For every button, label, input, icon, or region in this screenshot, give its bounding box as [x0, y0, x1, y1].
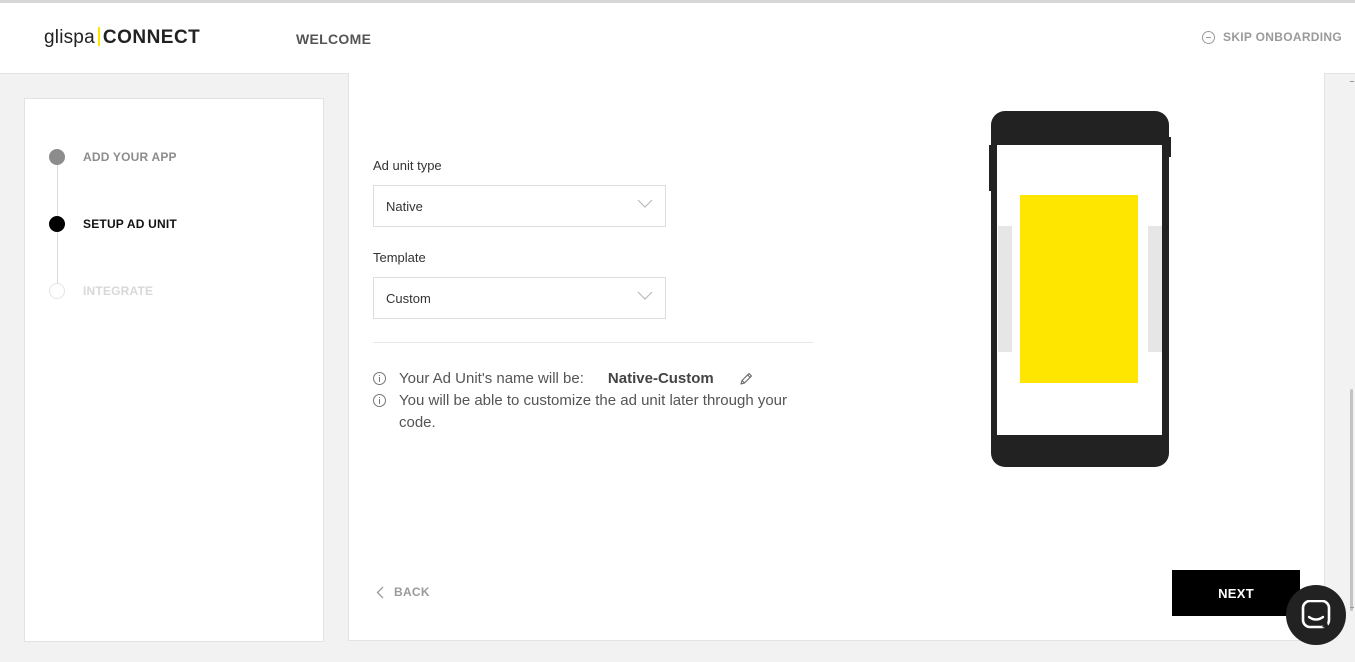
phone-side-button [989, 145, 992, 191]
carousel-peek-left [998, 226, 1012, 352]
step-indicator-active [49, 216, 65, 232]
top-header: glispa CONNECT WELCOME SKIP ONBOARDING [0, 3, 1355, 74]
logo-divider [97, 27, 100, 46]
ad-unit-name-info: Your Ad Unit's name will be: Native-Cust… [373, 368, 754, 390]
onboarding-stepper: ADD YOUR APP SETUP AD UNIT INTEGRATE [24, 98, 324, 642]
step-label: SETUP AD UNIT [83, 217, 177, 231]
next-button[interactable]: NEXT [1172, 570, 1300, 616]
logo-text-connect: CONNECT [102, 27, 201, 48]
phone-screen [997, 145, 1162, 435]
page-title: WELCOME [296, 31, 372, 47]
step-indicator-done [49, 149, 65, 165]
step-indicator-pending [49, 283, 65, 299]
back-button[interactable]: BACK [376, 585, 430, 599]
customize-note: You will be able to customize the ad uni… [399, 392, 788, 431]
chat-launcher-button[interactable] [1286, 585, 1346, 645]
ad-unit-type-label: Ad unit type [373, 158, 442, 173]
minus-circle-icon [1202, 30, 1216, 44]
scrollbar-thumb[interactable] [1350, 389, 1353, 611]
carousel-peek-right [1148, 226, 1162, 352]
chevron-down-icon [637, 199, 653, 208]
phone-preview [989, 111, 1171, 467]
skip-onboarding-label: SKIP ONBOARDING [1223, 30, 1342, 44]
step-label: INTEGRATE [83, 284, 154, 298]
page-scrollbar[interactable] [1349, 73, 1355, 662]
info-icon [373, 372, 386, 385]
ad-unit-type-value: Native [386, 199, 423, 214]
logo[interactable]: glispa CONNECT [44, 27, 200, 49]
ad-unit-name-value: Native-Custom [607, 370, 714, 387]
step-label: ADD YOUR APP [83, 150, 177, 164]
scroll-down-arrow[interactable] [1350, 607, 1354, 608]
step-add-your-app[interactable]: ADD YOUR APP [49, 149, 177, 165]
chat-icon [1301, 600, 1331, 629]
info-icon [373, 394, 386, 407]
chevron-left-icon [376, 586, 384, 598]
template-select[interactable]: Custom [373, 277, 666, 319]
chevron-down-icon [637, 291, 653, 300]
step-integrate: INTEGRATE [49, 283, 153, 299]
setup-ad-unit-panel: Ad unit type Native Template Custom Your… [348, 73, 1325, 641]
customize-info: You will be able to customize the ad uni… [373, 390, 813, 434]
skip-onboarding-button[interactable]: SKIP ONBOARDING [1202, 30, 1342, 44]
logo-text-glispa: glispa [44, 27, 95, 48]
ad-unit-name-prefix: Your Ad Unit's name will be: [399, 370, 584, 387]
pencil-icon[interactable] [738, 371, 754, 387]
divider [373, 342, 813, 343]
phone-side-button [1168, 137, 1171, 157]
native-ad-preview [1020, 195, 1138, 383]
template-label: Template [373, 250, 426, 265]
scroll-up-arrow[interactable] [1350, 81, 1354, 82]
template-value: Custom [386, 291, 431, 306]
step-setup-ad-unit[interactable]: SETUP AD UNIT [49, 216, 177, 232]
back-label: BACK [394, 585, 430, 599]
ad-unit-type-select[interactable]: Native [373, 185, 666, 227]
